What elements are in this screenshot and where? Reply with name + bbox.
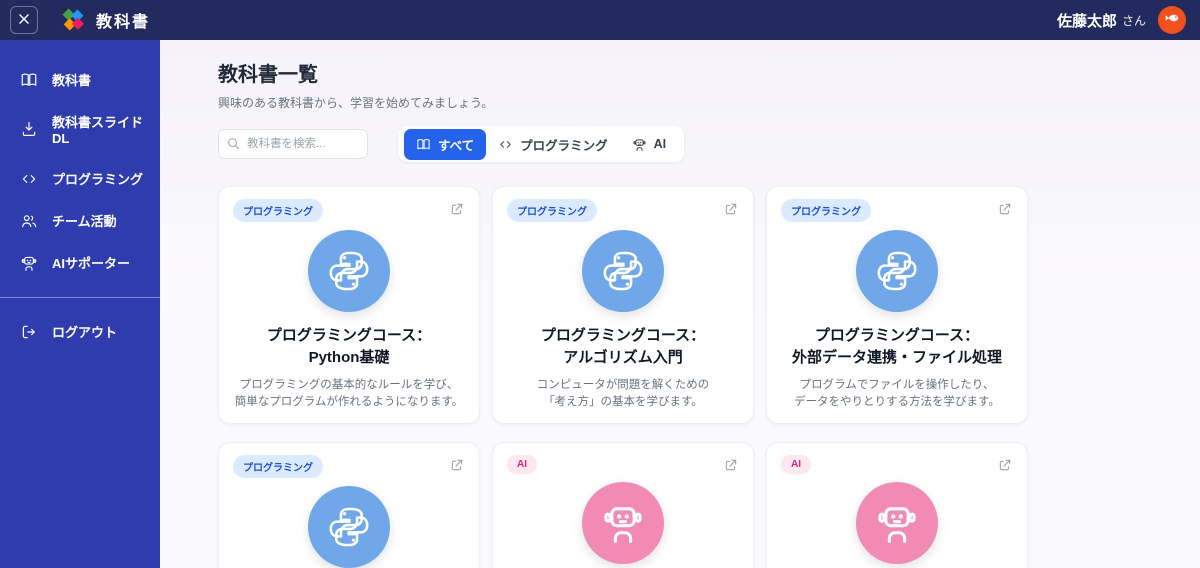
external-link-icon[interactable]	[997, 201, 1013, 217]
sidebar-item-label: チーム活動	[52, 214, 117, 229]
code-icon	[498, 137, 513, 152]
robot-icon	[20, 254, 38, 272]
category-badge: プログラミング	[233, 455, 323, 478]
python-icon	[856, 230, 938, 312]
search-box	[218, 129, 368, 159]
external-link-icon[interactable]	[723, 201, 739, 217]
book-open-icon	[20, 71, 38, 89]
category-badge: AI	[507, 455, 537, 474]
toolbar: すべて プログラミング AI	[218, 126, 1200, 162]
course-card[interactable]: プログラミングプログラミングコース： アルゴリズム入門コンピュータが問題を解くため…	[492, 186, 754, 424]
card-title-line: Python基礎	[308, 349, 390, 366]
card-title: プログラミングコース： Python基礎	[233, 325, 465, 369]
close-icon	[17, 12, 31, 29]
app-title: 教科書	[96, 14, 151, 31]
card-description: コンピュータが問題を解くための 「考え方」の基本を学びます。	[507, 377, 739, 411]
download-icon	[20, 120, 38, 138]
sidebar-item-label: プログラミング	[52, 172, 144, 187]
sidebar-item-programming[interactable]: プログラミング	[0, 161, 160, 196]
card-header: AI	[781, 455, 1013, 474]
card-title-line: 外部データ連携・ファイル処理	[791, 349, 1002, 366]
sidebar-item-label: 教科書スライドDL	[52, 115, 144, 146]
card-description: プログラミングの基本的なルールを学び、 簡単なプログラムが作れるようになります。	[233, 377, 465, 411]
filter-group: すべて プログラミング AI	[398, 126, 685, 162]
fish-icon	[1162, 8, 1182, 33]
card-title: プログラミングコース： アルゴリズム入門	[507, 325, 739, 369]
category-badge: プログラミング	[781, 199, 871, 222]
filter-button-ai[interactable]: AI	[620, 131, 679, 158]
python-icon	[308, 230, 390, 312]
card-description-line: プログラミングの基本的なルールを学び、	[239, 379, 459, 391]
sidebar-item-logout[interactable]: ログアウト	[0, 314, 160, 349]
card-header: プログラミング	[233, 455, 465, 478]
python-icon	[308, 486, 390, 568]
external-link-icon[interactable]	[997, 457, 1013, 473]
category-badge: AI	[781, 455, 811, 474]
category-badge: プログラミング	[233, 199, 323, 222]
robot-icon	[632, 137, 647, 152]
sidebar-item-ai-supporter[interactable]: AIサポーター	[0, 245, 160, 280]
logout-icon	[20, 323, 38, 341]
course-card[interactable]: AI小学生でもわかる生成AI入門小学生向けに、生成AIを簡単な言葉とイラストで分…	[492, 442, 754, 568]
card-description: プログラムでファイルを操作したり、 データをやりとりする方法を学びます。	[781, 377, 1013, 411]
search-icon	[226, 136, 241, 151]
card-grid: プログラミング プログラミングコース： Python基礎 プログラミングの基本的なルー…	[218, 186, 1028, 568]
page-subtitle: 興味のある教科書から、学習を始めてみましょう。	[218, 96, 494, 110]
card-header: プログラミング	[233, 199, 465, 222]
sidebar-item-label: AIサポーター	[52, 256, 131, 271]
sidebar-item-textbook-slides-dl[interactable]: 教科書スライドDL	[0, 104, 160, 154]
top-bar: 教科書 佐藤太郎 さん	[0, 0, 1200, 40]
book-open-icon	[416, 137, 431, 152]
sidebar-item-label: ログアウト	[52, 325, 118, 340]
card-description-line: データをやりとりする方法を学びます。	[794, 396, 1000, 408]
card-title-line: プログラミングコース：	[814, 327, 980, 344]
card-title-line: アルゴリズム入門	[563, 349, 683, 366]
sidebar-divider	[0, 297, 160, 298]
main-content: 教科書一覧 興味のある教科書から、学習を始めてみましょう。 すべてプログラミング…	[160, 40, 1200, 568]
app-logo-icon	[60, 7, 86, 33]
close-button[interactable]	[10, 6, 38, 34]
robot-icon	[856, 482, 938, 564]
filter-label: すべて	[438, 138, 475, 153]
card-title-line: プログラミングコース：	[540, 327, 706, 344]
sidebar-item-textbooks[interactable]: 教科書	[0, 62, 160, 97]
card-title-line: プログラミングコース：	[266, 327, 432, 344]
sidebar: 教科書教科書スライドDL プログラミング チーム活動 AIサポーター ログアウト	[0, 40, 160, 568]
filter-button-all[interactable]: すべて	[404, 128, 487, 160]
python-icon	[582, 230, 664, 312]
code-icon	[20, 170, 38, 188]
card-header: AI	[507, 455, 739, 474]
sidebar-item-team-activity[interactable]: チーム活動	[0, 203, 160, 238]
filter-button-programming[interactable]: プログラミング	[486, 129, 620, 160]
page-title: 教科書一覧	[218, 64, 318, 86]
users-icon	[20, 212, 38, 230]
user-avatar[interactable]	[1158, 6, 1186, 34]
card-title: プログラミングコース： 外部データ連携・ファイル処理	[781, 325, 1013, 369]
course-card[interactable]: プログラミングプログラミングコース： Python基礎プログラミングの基本的なルー…	[218, 186, 480, 424]
external-link-icon[interactable]	[723, 457, 739, 473]
category-badge: プログラミング	[507, 199, 597, 222]
card-description-line: 簡単なプログラムが作れるようになります。	[234, 396, 464, 408]
external-link-icon[interactable]	[449, 457, 465, 473]
user-name-suffix: さん	[1121, 13, 1146, 28]
card-header: プログラミング	[507, 199, 739, 222]
course-card[interactable]: プログラミングプログラミングコース： 外部データ連携・ファイル処理プログラムでファ…	[766, 186, 1028, 424]
course-card[interactable]: AI中学生でも分かる生成AI入門中学生向けに、生成AIとは何かどのように使うのか…	[766, 442, 1028, 568]
card-description-line: コンピュータが問題を解くための	[536, 379, 710, 391]
card-description-line: プログラムでファイルを操作したり、	[799, 379, 995, 391]
sidebar-item-label: 教科書	[52, 73, 92, 88]
external-link-icon[interactable]	[449, 201, 465, 217]
card-description-line: 「考え方」の基本を学びます。	[543, 396, 703, 408]
course-card[interactable]: プログラミングプログラミングコース：応用（関数・モジュール化）プログラムを整理し…	[218, 442, 480, 568]
filter-label: プログラミング	[520, 138, 608, 153]
user-name: 佐藤太郎	[1056, 12, 1117, 30]
filter-label: AI	[653, 137, 667, 151]
robot-icon	[582, 482, 664, 564]
card-header: プログラミング	[781, 199, 1013, 222]
